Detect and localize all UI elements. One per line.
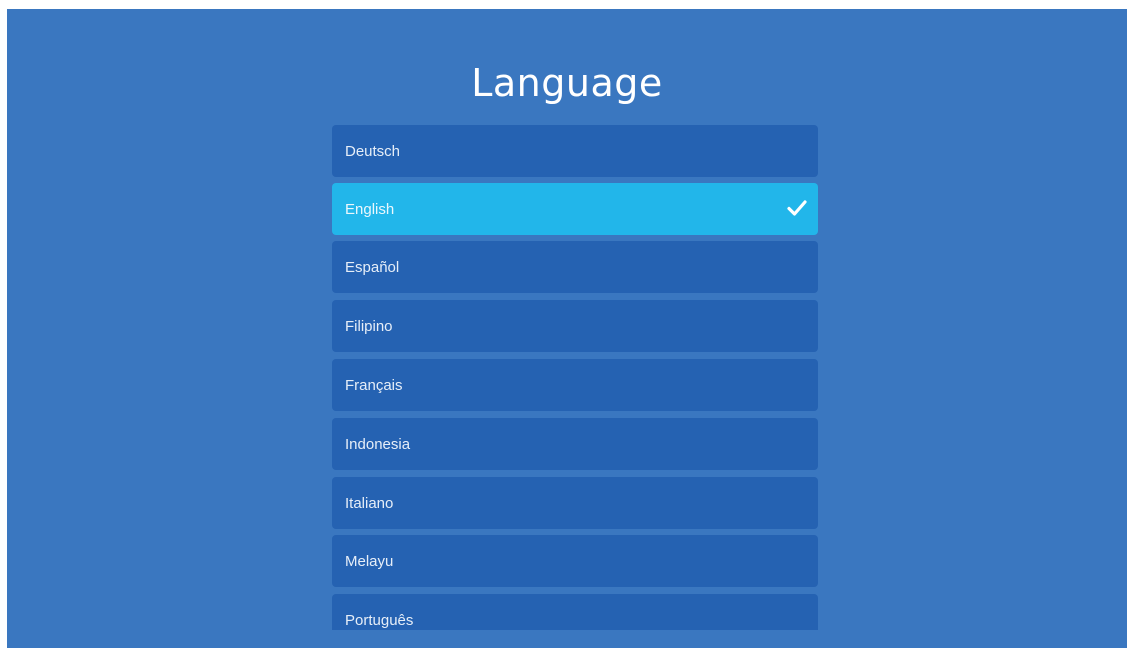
language-item-italiano[interactable]: Italiano (332, 477, 818, 529)
language-item-label: Melayu (345, 552, 394, 570)
language-item-deutsch[interactable]: Deutsch (332, 125, 818, 177)
language-item-label: Deutsch (345, 142, 401, 160)
language-item-label: Filipino (345, 317, 393, 335)
language-item-label: Português (345, 611, 414, 629)
language-item-english[interactable]: English (332, 183, 818, 235)
language-item-filipino[interactable]: Filipino (332, 300, 818, 352)
language-item-label: English (345, 200, 395, 218)
language-screen: Language Deutsch English Español Filipin… (7, 9, 1127, 648)
language-list[interactable]: Deutsch English Español Filipino Françai… (332, 125, 818, 630)
language-item-francais[interactable]: Français (332, 359, 818, 411)
language-item-label: Indonesia (345, 435, 411, 453)
language-item-melayu[interactable]: Melayu (332, 535, 818, 587)
language-item-portugues[interactable]: Português (332, 594, 818, 630)
page-title: Language (471, 61, 663, 105)
language-item-label: Français (345, 376, 403, 394)
language-item-label: Italiano (345, 494, 394, 512)
language-item-label: Español (345, 258, 400, 276)
language-item-indonesia[interactable]: Indonesia (332, 418, 818, 470)
language-item-espanol[interactable]: Español (332, 241, 818, 293)
checkmark-icon (787, 200, 807, 216)
